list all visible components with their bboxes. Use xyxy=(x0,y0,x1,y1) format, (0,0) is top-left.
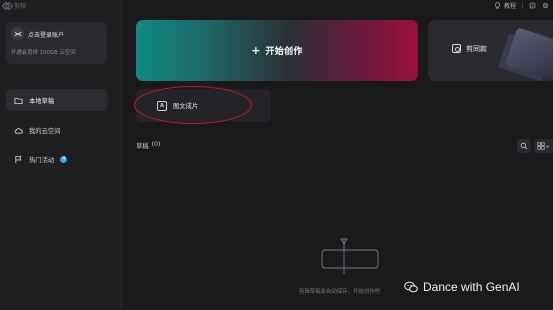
topbar-divider xyxy=(522,1,523,9)
search-button[interactable] xyxy=(517,139,531,153)
app-title-text: 剪映 xyxy=(14,2,27,10)
sidebar: 剪映 点击登录账户 开通会员得 100GB 云空间 本地草稿 我的云空间 热门活… xyxy=(0,0,122,310)
tutorial-button[interactable]: 教程 xyxy=(494,1,516,10)
tutorial-label: 教程 xyxy=(503,2,516,10)
avatar[interactable] xyxy=(11,27,24,40)
empty-drafts-illustration-icon xyxy=(321,238,379,274)
folder-icon xyxy=(14,97,23,104)
start-creation-button[interactable]: + 开始创作 xyxy=(136,20,418,81)
grid-view-icon xyxy=(537,142,545,150)
top-bar: 教程 xyxy=(494,0,553,10)
flag-icon xyxy=(15,155,22,163)
watermark-text: Dance with GenAI xyxy=(423,280,520,294)
sidebar-item-label: 本地草稿 xyxy=(29,97,55,105)
sidebar-item-label: 我的云空间 xyxy=(29,127,61,135)
drafts-title: 草稿 xyxy=(136,143,149,150)
empty-drafts-message: 剪辑草稿会自动保存，开始创作吧 xyxy=(299,289,380,295)
cloud-icon xyxy=(14,127,23,134)
sidebar-item-label: 热门活动 xyxy=(29,156,55,164)
login-link[interactable]: 点击登录账户 xyxy=(28,30,64,39)
edit-same-template-button[interactable]: 剪同款 xyxy=(428,20,553,81)
drafts-count: (0) xyxy=(151,141,161,148)
template-preview-decoration xyxy=(505,27,553,81)
bulb-icon xyxy=(495,1,500,9)
edit-same-label: 剪同款 xyxy=(466,45,487,53)
red-highlight-circle xyxy=(134,86,252,124)
sidebar-item-hot-events[interactable]: 热门活动 4 xyxy=(6,148,107,170)
notification-badge: 4 xyxy=(60,155,68,163)
watermark: Dance with GenAI xyxy=(404,277,520,297)
app-logo-icon xyxy=(3,3,11,8)
start-creation-label: 开始创作 xyxy=(265,47,303,57)
membership-promo[interactable]: 开通会员得 100GB 云空间 xyxy=(11,48,76,58)
search-icon xyxy=(520,142,528,150)
chevron-down-icon xyxy=(545,145,550,148)
plus-icon: + xyxy=(251,44,261,57)
capcut-logo-icon xyxy=(14,31,21,36)
wechat-icon xyxy=(404,281,418,293)
feedback-icon[interactable] xyxy=(529,2,536,9)
settings-gear-icon[interactable] xyxy=(542,2,549,9)
account-card[interactable]: 点击登录账户 开通会员得 100GB 云空间 xyxy=(6,22,107,64)
view-mode-dropdown[interactable] xyxy=(534,139,553,153)
sidebar-item-cloud-space[interactable]: 我的云空间 xyxy=(6,119,107,141)
template-icon xyxy=(452,44,461,53)
sidebar-item-local-drafts[interactable]: 本地草稿 xyxy=(6,89,107,111)
drafts-header: 草稿 (0) xyxy=(136,141,161,150)
app-title: 剪映 xyxy=(3,0,26,10)
